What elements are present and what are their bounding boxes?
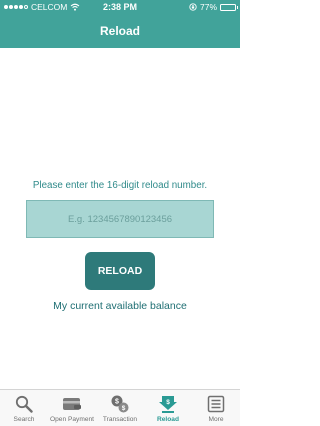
svg-text:$: $ <box>166 399 170 406</box>
orientation-lock-icon <box>189 3 197 11</box>
reload-instruction: Please enter the 16-digit reload number. <box>32 180 208 191</box>
svg-text:$: $ <box>115 399 119 406</box>
reload-icon: $ <box>158 394 178 414</box>
tab-label: Reload <box>157 416 179 423</box>
tab-label: Open Payment <box>50 416 94 423</box>
wallet-icon <box>62 394 82 414</box>
search-icon <box>14 394 34 414</box>
svg-text:$: $ <box>122 405 126 412</box>
tab-label: More <box>208 416 224 423</box>
more-icon <box>206 394 226 414</box>
reload-button[interactable]: RELOAD <box>85 252 155 290</box>
tab-transaction[interactable]: $ $ Transaction <box>96 390 144 426</box>
tab-label: Search <box>13 416 35 423</box>
tab-search[interactable]: Search <box>0 390 48 426</box>
current-balance-link[interactable]: My current available balance <box>0 300 240 312</box>
tab-open-payment[interactable]: Open Payment <box>48 390 96 426</box>
wifi-icon <box>71 3 80 11</box>
bottom-tab-bar: Search Open Payment $ $ Transaction $ Re… <box>0 389 240 426</box>
tab-label: Transaction <box>102 416 138 423</box>
tab-reload[interactable]: $ Reload <box>144 390 192 426</box>
nav-bar: Reload <box>0 14 240 48</box>
signal-strength-icon <box>4 5 28 9</box>
carrier-name: CELCOM <box>31 2 68 12</box>
reload-number-input[interactable] <box>26 200 214 238</box>
transaction-icon: $ $ <box>110 394 130 414</box>
battery-icon <box>220 3 238 11</box>
tab-more[interactable]: More <box>192 390 240 426</box>
battery-percent: 77% <box>199 2 217 12</box>
status-bar: CELCOM 2:38 PM 77% <box>0 0 240 14</box>
page-title: Reload <box>99 24 140 38</box>
